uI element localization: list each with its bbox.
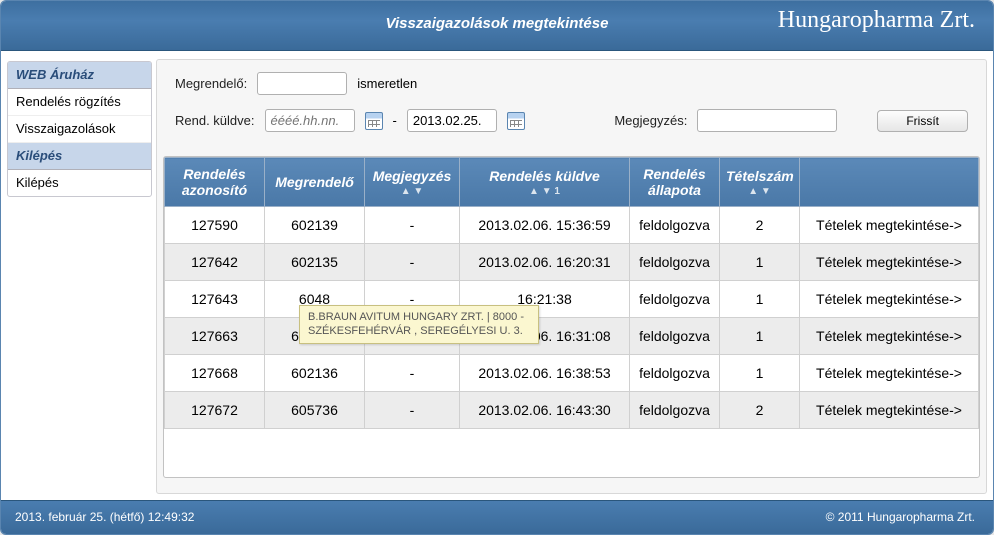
orders-table: Rendelés azonosító Megrendelő Megjegyzés… — [164, 157, 979, 429]
footer-copyright: © 2011 Hungaropharma Zrt. — [826, 510, 975, 524]
footer-bar: 2013. február 25. (hétfő) 12:49:32 © 201… — [1, 500, 993, 534]
table-row: 127668602136-2013.02.06. 16:38:53feldolg… — [165, 355, 979, 392]
header-bar: Visszaigazolások megtekintése Hungaropha… — [1, 1, 993, 51]
cell-rendeles_allapota: feldolgozva — [630, 355, 720, 392]
cell-rendeles_azonosito: 127590 — [165, 207, 265, 244]
cell-rendeles_allapota: feldolgozva — [630, 244, 720, 281]
date-to-input[interactable] — [407, 109, 497, 132]
cell-rendeles_azonosito: 127642 — [165, 244, 265, 281]
cell-rendeles_azonosito: 127672 — [165, 392, 265, 429]
cell-rendeles_allapota: feldolgozva — [630, 392, 720, 429]
calendar-icon[interactable] — [365, 112, 383, 130]
cell-megjegyzes: - — [365, 355, 460, 392]
col-megjegyzes[interactable]: Megjegyzés▲ ▼ — [365, 158, 460, 207]
cell-megrendelo: 602136 — [265, 355, 365, 392]
tooltip: B.BRAUN AVITUM HUNGARY ZRT. | 8000 - SZÉ… — [299, 305, 539, 344]
cell-megrendelo: 605736 — [265, 392, 365, 429]
col-rendeles-azonosito[interactable]: Rendelés azonosító — [165, 158, 265, 207]
cell-tetelszam: 2 — [720, 207, 800, 244]
table-container[interactable]: Rendelés azonosító Megrendelő Megjegyzés… — [163, 156, 980, 478]
megjegyzes-label: Megjegyzés: — [614, 113, 687, 128]
megrendelo-input[interactable] — [257, 72, 347, 95]
col-tetelszam[interactable]: Tételszám▲ ▼ — [720, 158, 800, 207]
cell-rendeles_kuldve: 2013.02.06. 16:20:31 — [460, 244, 630, 281]
cell-megrendelo: 602135 — [265, 244, 365, 281]
cell-tetelszam: 1 — [720, 244, 800, 281]
megrendelo-label: Megrendelő: — [175, 76, 247, 91]
cell-megjegyzes: - — [365, 244, 460, 281]
cell-rendeles_azonosito: 127668 — [165, 355, 265, 392]
footer-datetime: 2013. február 25. (hétfő) 12:49:32 — [15, 510, 194, 524]
cell-rendeles_allapota: feldolgozva — [630, 318, 720, 355]
cell-megrendelo: 602139 — [265, 207, 365, 244]
cell-rendeles_allapota: feldolgozva — [630, 281, 720, 318]
col-view — [800, 158, 979, 207]
cell-tetelszam: 1 — [720, 281, 800, 318]
cell-megjegyzes: - — [365, 207, 460, 244]
sidebar-item-kilepes[interactable]: Kilépés — [8, 170, 151, 196]
cell-rendeles_azonosito: 127643 — [165, 281, 265, 318]
calendar-icon[interactable] — [507, 112, 525, 130]
cell-rendeles_kuldve: 2013.02.06. 16:38:53 — [460, 355, 630, 392]
table-row: 127642602135-2013.02.06. 16:20:31feldolg… — [165, 244, 979, 281]
cell-rendeles_kuldve: 2013.02.06. 16:43:30 — [460, 392, 630, 429]
sidebar-item-rendeles-rogzites[interactable]: Rendelés rögzítés — [8, 89, 151, 116]
main-content: Megrendelő: ismeretlen Rend. küldve: - M… — [156, 59, 987, 494]
date-from-input[interactable] — [265, 109, 355, 132]
filter-bar: Megrendelő: ismeretlen Rend. küldve: - M… — [157, 60, 986, 156]
view-items-link[interactable]: Tételek megtekintése-> — [800, 244, 979, 281]
cell-megjegyzes: - — [365, 392, 460, 429]
cell-rendeles_allapota: feldolgozva — [630, 207, 720, 244]
table-row: 1276436048-16:21:38feldolgozva1Tételek m… — [165, 281, 979, 318]
table-row: 127590602139-2013.02.06. 15:36:59feldolg… — [165, 207, 979, 244]
brand-label: Hungaropharma Zrt. — [778, 7, 975, 34]
cell-tetelszam: 1 — [720, 318, 800, 355]
table-row: 127663602135-2013.02.06. 16:31:08feldolg… — [165, 318, 979, 355]
view-items-link[interactable]: Tételek megtekintése-> — [800, 392, 979, 429]
view-items-link[interactable]: Tételek megtekintése-> — [800, 355, 979, 392]
sidebar-header-webaruhaz[interactable]: WEB Áruház — [8, 62, 151, 89]
view-items-link[interactable]: Tételek megtekintése-> — [800, 207, 979, 244]
cell-rendeles_azonosito: 127663 — [165, 318, 265, 355]
col-megrendelo[interactable]: Megrendelő — [265, 158, 365, 207]
view-items-link[interactable]: Tételek megtekintése-> — [800, 318, 979, 355]
col-rendeles-allapota[interactable]: Rendelés állapota — [630, 158, 720, 207]
table-row: 127672605736-2013.02.06. 16:43:30feldolg… — [165, 392, 979, 429]
refresh-button[interactable]: Frissít — [877, 110, 968, 132]
col-rendeles-kuldve[interactable]: Rendelés küldve▲ ▼ 1 — [460, 158, 630, 207]
cell-tetelszam: 1 — [720, 355, 800, 392]
cell-rendeles_kuldve: 2013.02.06. 15:36:59 — [460, 207, 630, 244]
rendkuldve-label: Rend. küldve: — [175, 113, 255, 128]
cell-tetelszam: 2 — [720, 392, 800, 429]
view-items-link[interactable]: Tételek megtekintése-> — [800, 281, 979, 318]
megjegyzes-input[interactable] — [697, 109, 837, 132]
date-range-sep: - — [393, 113, 397, 128]
sidebar-item-visszaigazolasok[interactable]: Visszaigazolások — [8, 116, 151, 143]
sidebar-header-kilepes[interactable]: Kilépés — [8, 143, 151, 170]
sidebar: WEB Áruház Rendelés rögzítés Visszaigazo… — [7, 61, 152, 197]
megrendelo-status: ismeretlen — [357, 76, 417, 91]
